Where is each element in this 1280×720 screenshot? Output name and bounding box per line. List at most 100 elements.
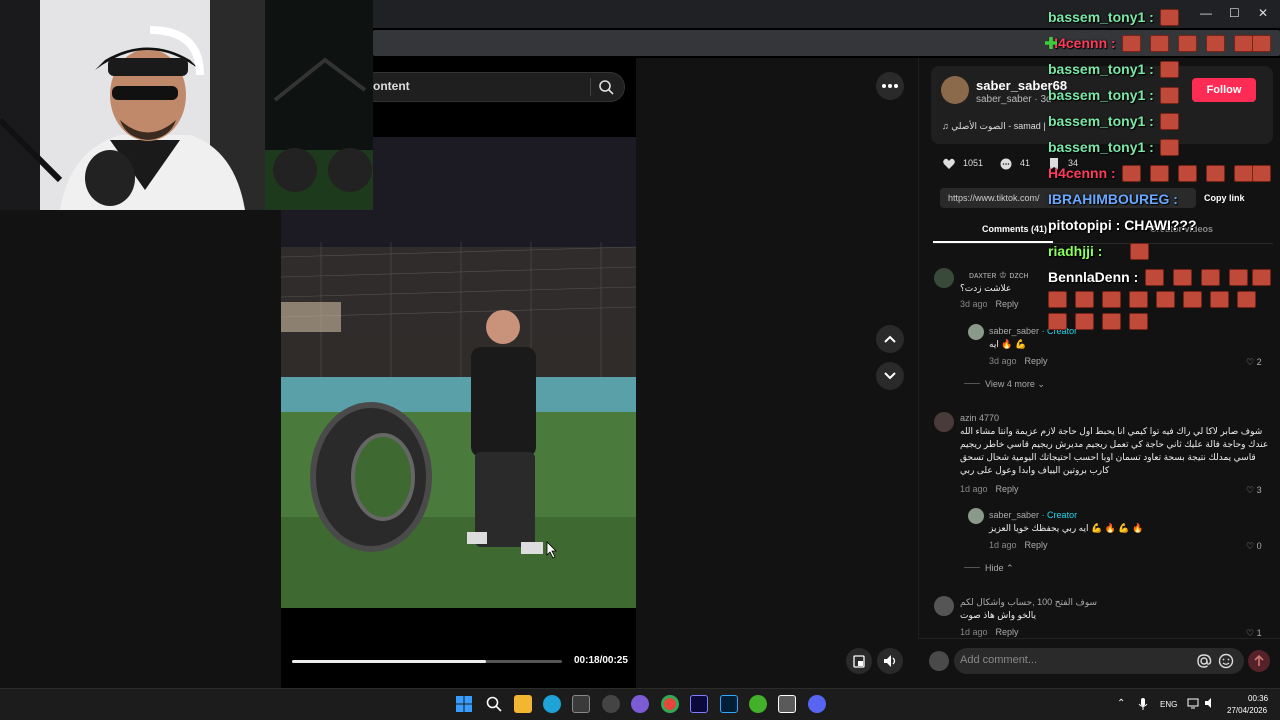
chat-emote	[1075, 291, 1094, 308]
comment-text-line: عندك وحاجة فالة عليك ثاني حاجة كي تعمل ر…	[960, 439, 1269, 449]
reply-button[interactable]: Reply	[996, 484, 1019, 494]
reply-text: ايه ربي يحفظك خويا العزيز 💪 🔥 💪 🔥	[989, 523, 1144, 533]
previous-video-button[interactable]	[876, 325, 904, 353]
reply-button[interactable]: Reply	[1025, 356, 1048, 366]
chat-emote	[1178, 35, 1197, 52]
chat-app-icon[interactable]	[631, 695, 649, 713]
search-input-text[interactable]: ontent	[373, 79, 410, 93]
media-player-icon[interactable]	[778, 695, 796, 713]
premiere-icon[interactable]	[690, 695, 708, 713]
chat-emote	[1048, 313, 1067, 330]
reply-avatar[interactable]	[968, 508, 984, 524]
send-comment-button[interactable]	[1248, 650, 1270, 672]
volume-button[interactable]	[877, 648, 903, 674]
browser-address-bar[interactable]	[373, 30, 1280, 56]
mention-icon[interactable]	[1196, 653, 1212, 669]
comment-like[interactable]: ♡ 3	[1246, 485, 1262, 496]
reply-button[interactable]: Reply	[1025, 540, 1048, 550]
chat-emote	[1160, 113, 1179, 130]
chat-emote	[1156, 291, 1175, 308]
more-options-button[interactable]	[876, 72, 904, 100]
reply-button[interactable]: Reply	[996, 299, 1019, 309]
edge-icon[interactable]	[543, 695, 561, 713]
volume-icon	[884, 655, 896, 667]
maximize-button[interactable]: ☐	[1229, 6, 1240, 20]
reply-username-line[interactable]: saber_saber · Creator	[989, 510, 1077, 520]
chat-message: H4cennn :	[1048, 35, 1116, 51]
tab-divider	[933, 243, 1273, 244]
comment-text: يالخو واش هاذ صوت	[960, 610, 1037, 620]
tab-comments[interactable]: Comments (41)	[982, 224, 1047, 234]
video-time: 00:18/00:25	[574, 655, 628, 666]
comment-icon[interactable]	[999, 157, 1013, 171]
webcam-bg-image	[265, 0, 373, 210]
chat-message: riadhjji :	[1048, 243, 1103, 259]
author-avatar[interactable]	[941, 76, 969, 104]
speaker-icon[interactable]	[1204, 697, 1216, 709]
microphone-icon[interactable]	[1137, 697, 1149, 711]
next-video-button[interactable]	[876, 362, 904, 390]
add-comment-placeholder[interactable]: Add comment...	[960, 654, 1037, 666]
photoshop-icon[interactable]	[720, 695, 738, 713]
reply-button[interactable]: Reply	[996, 627, 1019, 637]
reply-like-count: 0	[1256, 541, 1262, 551]
chat-emote	[1160, 139, 1179, 156]
reply-like[interactable]: ♡ 2	[1246, 357, 1262, 368]
chat-message: bassem_tony1 :	[1048, 61, 1154, 77]
comment-avatar[interactable]	[934, 596, 954, 616]
chat-emote	[1178, 165, 1197, 182]
webcam-image	[0, 0, 265, 210]
comment-avatar[interactable]	[934, 268, 954, 288]
chat-emote	[1252, 35, 1271, 52]
search-icon[interactable]	[598, 79, 614, 95]
whatsapp-icon[interactable]	[749, 695, 767, 713]
comment-username[interactable]: azin 4770	[960, 413, 999, 423]
store-icon[interactable]	[572, 695, 590, 713]
chevron-down-icon	[884, 372, 896, 380]
comment-username[interactable]: سوف الفتح 100 ,حساب واشكال لكم	[960, 597, 1097, 608]
chat-emote	[1252, 269, 1271, 286]
comment-username[interactable]: ᴅᴀxᴛᴇʀ ♔ ᴅᴢᴄʜ	[969, 270, 1028, 281]
hide-replies[interactable]: Hide ⌃	[985, 563, 1014, 574]
file-explorer-icon[interactable]	[514, 695, 532, 713]
chat-message: pitotopipi : CHAWI???	[1048, 217, 1197, 233]
windows-start-icon[interactable]	[455, 695, 473, 713]
music-label[interactable]: ♫ الصوت الأصلي - samad |	[942, 121, 1046, 132]
comment-avatar[interactable]	[934, 412, 954, 432]
view-more-replies[interactable]: View 4 more ⌄	[985, 379, 1045, 390]
video-progress-bar[interactable]	[292, 660, 562, 663]
chat-emote	[1075, 313, 1094, 330]
reply-time: 3d ago	[989, 356, 1017, 366]
comment-text-line: كارب بروتين اليياف وابدا وعول على ربي	[960, 465, 1110, 475]
chat-message: BennlaDenn :	[1048, 269, 1139, 285]
network-icon[interactable]	[1187, 697, 1199, 709]
comment-meta: 3d ago Reply	[960, 299, 1019, 309]
minimize-button[interactable]: —	[1200, 6, 1212, 20]
chat-emote	[1122, 165, 1141, 182]
emoji-icon[interactable]	[1218, 653, 1234, 669]
comment-time: 1d ago	[960, 627, 988, 637]
reply-time: 1d ago	[989, 540, 1017, 550]
follow-button[interactable]: Follow	[1192, 78, 1256, 102]
copy-link-button[interactable]: Copy link	[1204, 193, 1245, 203]
clock-date[interactable]: 27/04/2026	[1227, 706, 1267, 715]
discord-icon[interactable]	[808, 695, 826, 713]
heart-icon[interactable]	[942, 157, 956, 171]
chat-emote	[1183, 291, 1202, 308]
chat-emote	[1234, 165, 1253, 182]
comment-count: 41	[1020, 158, 1031, 168]
chrome-icon[interactable]	[661, 695, 679, 713]
hide-line	[964, 567, 980, 568]
tray-chevron-icon[interactable]: ⌃	[1117, 698, 1125, 709]
language-indicator[interactable]: ENG	[1160, 700, 1177, 709]
close-window-button[interactable]: ✕	[1258, 6, 1268, 20]
chat-message: bassem_tony1 :	[1048, 9, 1154, 25]
taskbar-search-icon[interactable]	[485, 695, 503, 713]
floating-player-icon	[853, 655, 865, 668]
clock-time[interactable]: 00:36	[1248, 694, 1268, 703]
pip-button[interactable]	[846, 648, 872, 674]
reply-like[interactable]: ♡ 0	[1246, 541, 1262, 552]
obs-icon[interactable]	[602, 695, 620, 713]
search-separator	[590, 78, 591, 96]
reply-avatar[interactable]	[968, 324, 984, 340]
